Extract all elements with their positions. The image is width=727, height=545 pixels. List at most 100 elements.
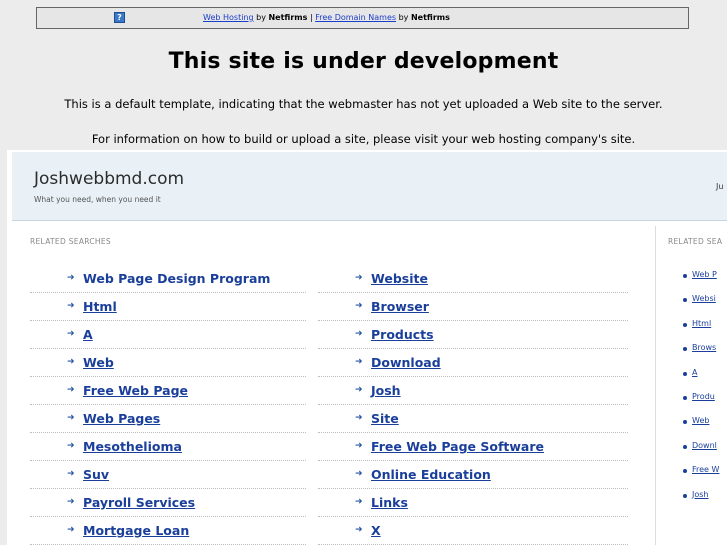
bullet-icon (683, 322, 687, 327)
side-search-link[interactable]: Downl (692, 441, 717, 450)
related-search-link[interactable]: Download (371, 355, 441, 370)
side-list-item: Produ (683, 392, 727, 417)
related-search-link[interactable]: X (371, 523, 381, 538)
related-search-link[interactable]: Suv (83, 467, 109, 482)
side-search-link[interactable]: Josh (692, 490, 709, 499)
arrow-right-icon: ➜ (67, 469, 75, 479)
side-search-link[interactable]: A (692, 368, 697, 377)
arrow-right-icon: ➜ (67, 525, 75, 535)
list-item: ➜ Free Web Page Software (318, 433, 628, 461)
list-item: ➜ Free Web Page (30, 377, 306, 405)
list-item: ➜ Products (318, 321, 628, 349)
banner-brand-2: Netfirms (410, 13, 450, 22)
list-item: ➜ Site (318, 405, 628, 433)
side-list-item: Web (683, 416, 727, 441)
arrow-right-icon: ➜ (67, 385, 75, 395)
list-item: ➜ Suv (30, 461, 306, 489)
related-search-link[interactable]: Web (83, 355, 114, 370)
side-list-item: Brows (683, 343, 727, 368)
related-search-link[interactable]: Web Page Design Program (83, 271, 270, 286)
bullet-icon (683, 274, 687, 278)
arrow-right-icon: ➜ (67, 441, 75, 451)
bullet-icon (683, 347, 687, 352)
arrow-right-icon: ➜ (355, 413, 363, 423)
related-search-link[interactable]: Website (371, 271, 428, 286)
related-search-link[interactable]: Html (83, 299, 117, 314)
arrow-right-icon: ➜ (355, 525, 363, 535)
related-search-link[interactable]: Mortgage Loan (83, 523, 189, 538)
help-question-icon[interactable]: ? (114, 12, 125, 23)
banner-by-text: by (253, 13, 269, 22)
list-item: ➜ Browser (318, 293, 628, 321)
related-search-link[interactable]: Web Pages (83, 411, 160, 426)
related-search-link[interactable]: Free Web Page (83, 383, 188, 398)
related-search-link[interactable]: Online Education (371, 467, 491, 482)
side-search-link[interactable]: Web (692, 416, 709, 425)
parked-header: Joshwebbmd.com What you need, when you n… (12, 152, 727, 221)
related-search-link[interactable]: Browser (371, 299, 429, 314)
parked-page-frame: Joshwebbmd.com What you need, when you n… (7, 150, 727, 545)
related-search-link[interactable]: Free Web Page Software (371, 439, 544, 454)
side-list-item: Josh (683, 490, 727, 515)
side-list-item: Downl (683, 441, 727, 466)
arrow-right-icon: ➜ (67, 301, 75, 311)
banner-brand: Netfirms (268, 13, 308, 22)
column-divider (655, 226, 656, 545)
related-searches-mid-column: ➜ Website ➜ Browser ➜ Products ➜ Download ➜ Josh ➜… (318, 265, 628, 545)
side-list-item: Web P (683, 270, 727, 295)
list-item: ➜ Mesothelioma (30, 433, 306, 461)
list-item: ➜ Website (318, 265, 628, 293)
arrow-right-icon: ➜ (355, 469, 363, 479)
banner-by-text-2: by (396, 13, 411, 22)
site-name[interactable]: Joshwebbmd.com (34, 169, 184, 189)
list-item: ➜ Web (30, 349, 306, 377)
side-search-link[interactable]: Web P (692, 270, 717, 279)
side-search-link[interactable]: Brows (692, 343, 716, 352)
site-tagline: What you need, when you need it (34, 195, 161, 204)
related-search-link[interactable]: Products (371, 327, 434, 342)
side-search-link[interactable]: Html (692, 319, 711, 328)
bullet-icon (683, 371, 687, 376)
arrow-right-icon: ➜ (355, 301, 363, 311)
side-list-item: Html (683, 319, 727, 344)
side-search-link[interactable]: Free W (692, 465, 719, 474)
list-item: ➜ Payroll Services (30, 489, 306, 517)
list-item: ➜ Online Education (318, 461, 628, 489)
bullet-icon (683, 298, 687, 303)
arrow-right-icon: ➜ (67, 329, 75, 339)
related-search-link[interactable]: Josh (371, 383, 401, 398)
related-searches-label-right: RELATED SEA (668, 237, 723, 246)
bullet-icon (683, 493, 687, 498)
related-searches-label: RELATED SEARCHES (30, 237, 111, 246)
related-search-link[interactable]: Mesothelioma (83, 439, 182, 454)
related-searches-left-column: ➜ Web Page Design Program ➜ Html ➜ A ➜ Web ➜ Free… (30, 265, 306, 545)
free-domain-names-link[interactable]: Free Domain Names (315, 13, 396, 22)
list-item: ➜ Links (318, 489, 628, 517)
bullet-icon (683, 420, 687, 425)
related-search-link[interactable]: Site (371, 411, 399, 426)
arrow-right-icon: ➜ (67, 357, 75, 367)
arrow-right-icon: ➜ (355, 329, 363, 339)
list-item: ➜ Web Page Design Program (30, 265, 306, 293)
list-item: ➜ Web Pages (30, 405, 306, 433)
related-search-link[interactable]: Payroll Services (83, 495, 195, 510)
web-hosting-link[interactable]: Web Hosting (203, 13, 254, 22)
top-banner: ? Web Hosting by Netfirms | Free Domain … (36, 7, 689, 29)
list-item: ➜ X (318, 517, 628, 545)
list-item: ➜ Download (318, 349, 628, 377)
side-list-item: A (683, 368, 727, 393)
list-item: ➜ A (30, 321, 306, 349)
list-item: ➜ Html (30, 293, 306, 321)
related-searches-side-column: Web P Websi Html Brows A Produ Web Downl Free W J… (683, 270, 727, 515)
related-search-link[interactable]: A (83, 327, 93, 342)
arrow-right-icon: ➜ (355, 357, 363, 367)
arrow-right-icon: ➜ (355, 441, 363, 451)
arrow-right-icon: ➜ (67, 497, 75, 507)
bullet-icon (683, 395, 687, 400)
related-search-link[interactable]: Links (371, 495, 408, 510)
banner-text: Web Hosting by Netfirms | Free Domain Na… (203, 8, 450, 28)
side-search-link[interactable]: Produ (692, 392, 715, 401)
bullet-icon (683, 469, 687, 474)
side-search-link[interactable]: Websi (692, 294, 716, 303)
notice-line-1: This is a default template, indicating t… (64, 97, 663, 111)
